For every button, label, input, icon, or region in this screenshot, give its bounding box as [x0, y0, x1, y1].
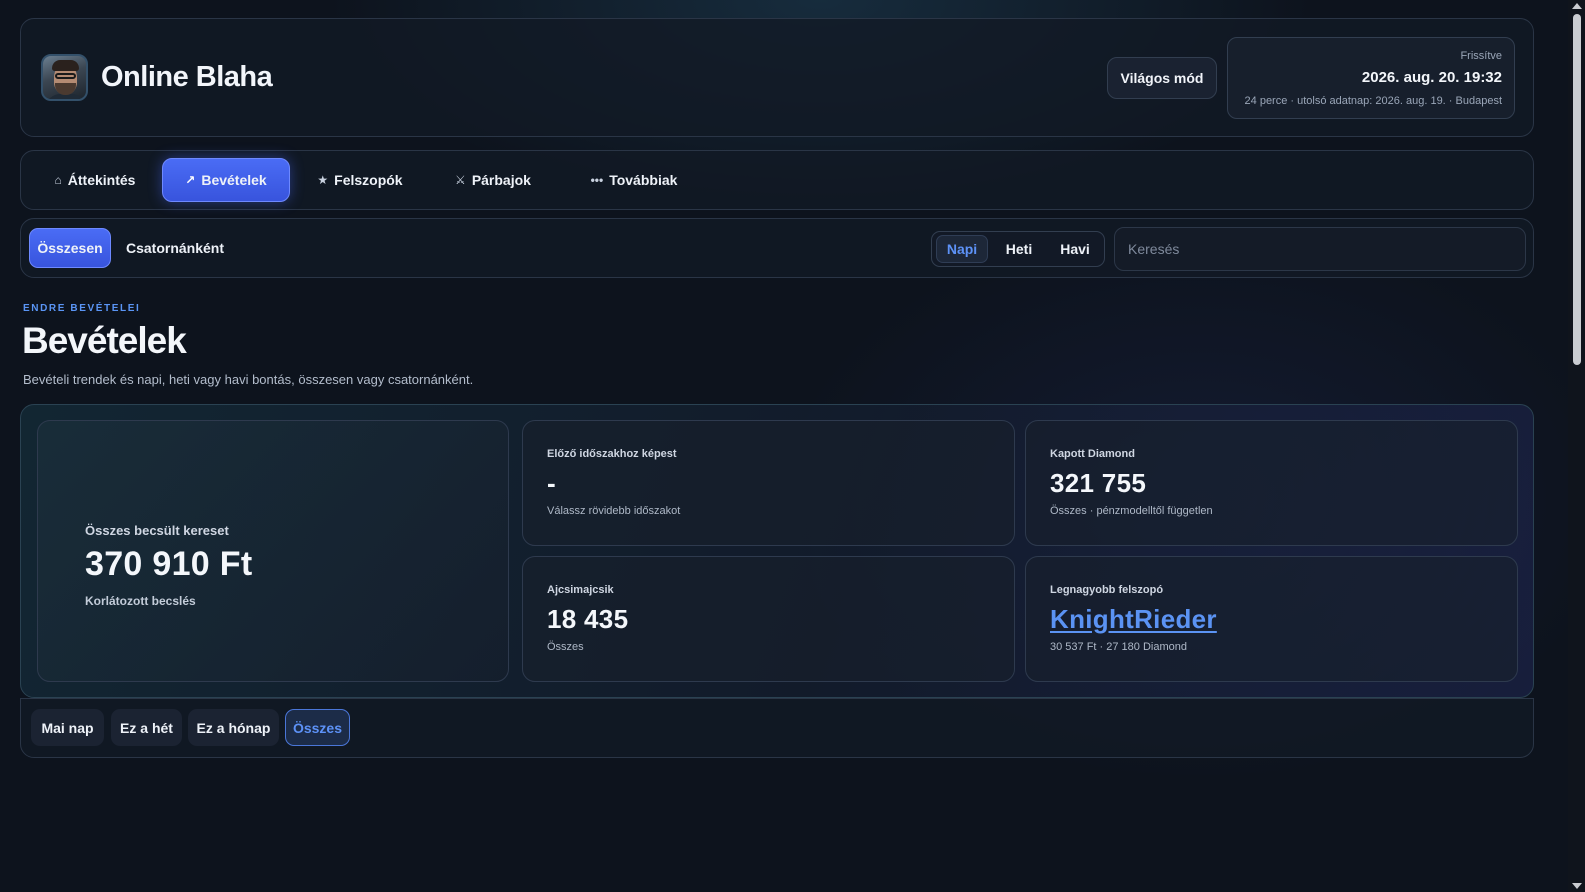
site-title: Online Blaha	[101, 61, 273, 93]
card-value: 18 435	[547, 604, 629, 634]
mode-osszesen-button[interactable]: Összesen	[29, 228, 111, 268]
tab-label: Bevételek	[201, 172, 267, 188]
range-osszes-button[interactable]: Összes	[285, 709, 350, 746]
range-ez-a-honap-button[interactable]: Ez a hónap	[188, 709, 279, 746]
previous-period-card: Előző időszakhoz képest - Válassz rövide…	[522, 420, 1015, 546]
scroll-down-icon[interactable]	[1572, 883, 1582, 889]
tab-label: Felszopók	[334, 172, 403, 188]
page-eyebrow: ENDRE BEVÉTELEI	[23, 303, 141, 314]
top-supporter-link[interactable]: KnightRieder	[1050, 604, 1217, 635]
home-icon: ⌂	[54, 173, 62, 187]
tab-label: Áttekintés	[67, 172, 136, 188]
tab-parbajok[interactable]: ⚔ Párbajok	[441, 158, 545, 202]
swords-icon: ⚔	[455, 173, 466, 187]
card-subtext: Válassz rövidebb időszakot	[547, 505, 681, 517]
range-bar: Mai nap Ez a hét Ez a hónap Összes	[20, 698, 1534, 758]
star-icon: ★	[317, 173, 329, 187]
period-toggle: Napi Heti Havi	[931, 231, 1105, 267]
tab-attekintes[interactable]: ⌂ Áttekintés	[40, 158, 150, 202]
card-subtext: Összes · pénzmodelltől független	[1050, 505, 1213, 517]
search-input[interactable]	[1114, 227, 1526, 271]
range-ez-a-het-button[interactable]: Ez a hét	[111, 709, 182, 746]
card-label: Összes becsült kereset	[85, 523, 229, 538]
scroll-up-icon[interactable]	[1572, 3, 1582, 9]
refresh-time: 2026. aug. 20. 19:32	[1361, 69, 1502, 86]
main-nav: ⌂ Áttekintés ↗ Bevételek ★ Felszopók ⚔ P…	[20, 150, 1534, 210]
tab-tovabbiak[interactable]: ••• Továbbiak	[574, 158, 694, 202]
card-value: 370 910 Ft	[85, 545, 253, 583]
refresh-subtext: 24 perce · utolsó adatnap: 2026. aug. 19…	[1244, 95, 1502, 107]
top-supporter-card: Legnagyobb felszopó KnightRieder 30 537 …	[1025, 556, 1518, 682]
refresh-status: Frissítve 2026. aug. 20. 19:32 24 perce …	[1227, 37, 1515, 119]
period-napi-button[interactable]: Napi	[936, 235, 988, 263]
page-scrollbar[interactable]	[1568, 0, 1585, 892]
diamond-card: Kapott Diamond 321 755 Összes · pénzmode…	[1025, 420, 1518, 546]
card-value: -	[547, 468, 556, 498]
card-label: Kapott Diamond	[1050, 448, 1135, 460]
card-subtext: Korlátozott becslés	[85, 594, 196, 608]
tab-label: Párbajok	[471, 172, 531, 188]
trend-up-icon: ↗	[185, 173, 196, 187]
tab-label: Továbbiak	[609, 172, 678, 188]
app-header: Online Blaha Világos mód Frissítve 2026.…	[20, 18, 1534, 137]
stats-panel: Összes becsült kereset 370 910 Ft Korlát…	[20, 404, 1534, 698]
mode-csatornankent-button[interactable]: Csatornánként	[119, 228, 231, 268]
light-mode-button[interactable]: Világos mód	[1107, 57, 1217, 99]
scroll-thumb[interactable]	[1573, 14, 1581, 365]
refresh-label: Frissítve	[1460, 50, 1502, 62]
avatar	[41, 54, 88, 101]
period-heti-button[interactable]: Heti	[992, 235, 1046, 263]
total-earnings-card: Összes becsült kereset 370 910 Ft Korlát…	[37, 420, 509, 682]
card-label: Ajcsimajcsik	[547, 584, 614, 596]
more-icon: •••	[590, 173, 604, 187]
period-havi-button[interactable]: Havi	[1048, 235, 1102, 263]
range-mai-nap-button[interactable]: Mai nap	[31, 709, 104, 746]
card-label: Előző időszakhoz képest	[547, 448, 677, 460]
tab-bevetelek[interactable]: ↗ Bevételek	[162, 158, 290, 202]
ajcsimajcsik-card: Ajcsimajcsik 18 435 Összes	[522, 556, 1015, 682]
card-subtext: Összes	[547, 641, 584, 653]
card-label: Legnagyobb felszopó	[1050, 584, 1164, 596]
filter-bar: Összesen Csatornánként Napi Heti Havi	[20, 218, 1534, 278]
card-subtext: 30 537 Ft · 27 180 Diamond	[1050, 641, 1187, 653]
page-title: Bevételek	[22, 320, 187, 361]
page-description: Bevételi trendek és napi, heti vagy havi…	[23, 372, 474, 387]
tab-felszopok[interactable]: ★ Felszopók	[303, 158, 417, 202]
card-value: 321 755	[1050, 468, 1147, 498]
